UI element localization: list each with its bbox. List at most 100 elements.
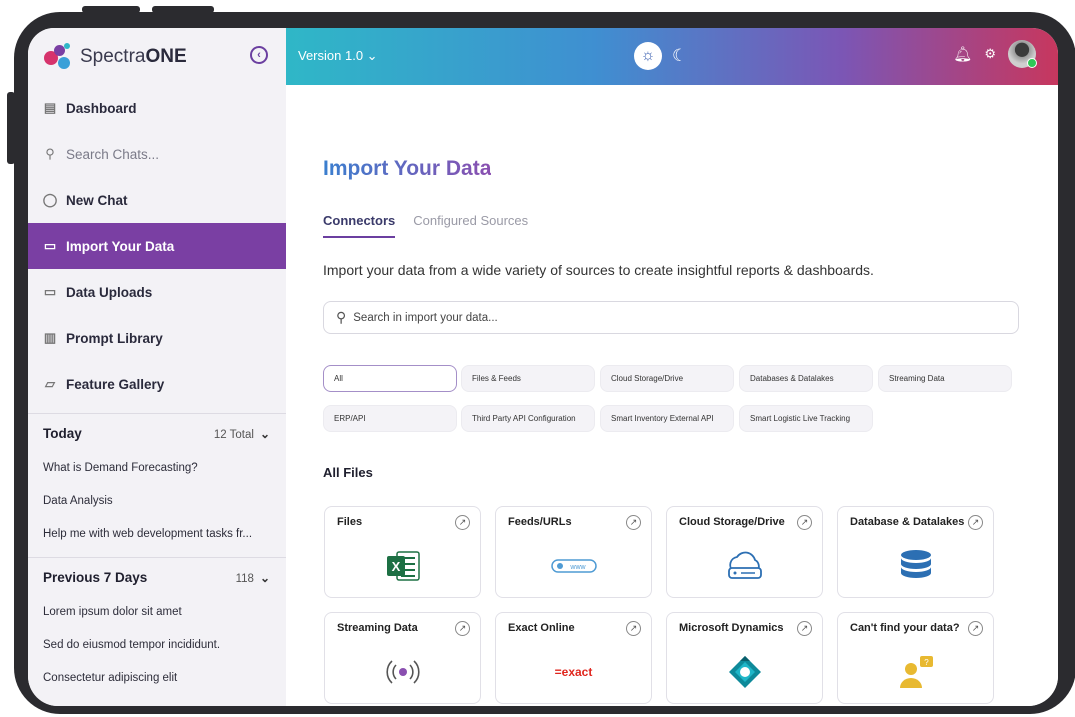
svg-text:www: www [569, 564, 586, 571]
bell-icon[interactable]: 🔔︎ [953, 45, 972, 63]
cloud-icon [667, 551, 822, 581]
card-title: Files [337, 516, 363, 528]
chat-history-item[interactable]: Sed do eiusmod tempor incididunt. [28, 629, 286, 662]
chevron-left-icon: ‹ [257, 49, 261, 61]
card-title: Streaming Data [337, 622, 418, 634]
section-title: All Files [323, 465, 373, 480]
card-title: Feeds/URLs [508, 516, 572, 528]
sidebar-item-label: Data Uploads [66, 284, 153, 300]
header-actions: 🔔︎ ⚙ [953, 40, 1037, 68]
svg-text:?: ? [924, 658, 929, 667]
www-icon: www [496, 551, 651, 581]
filter-chip-erp-api[interactable]: ERP/API [323, 405, 457, 432]
brand: SpectraONE ‹ [28, 28, 286, 85]
tab-configured-sources[interactable]: Configured Sources [413, 213, 528, 238]
filter-chip-cloud-storage[interactable]: Cloud Storage/Drive [600, 365, 734, 392]
version-selector[interactable]: Version 1.0 ⌄ [298, 48, 378, 64]
page-description: Import your data from a wide variety of … [323, 262, 874, 278]
chat-history-item[interactable]: Consectetur adipiscing elit [28, 662, 286, 695]
sidebar-item-prompt-library[interactable]: ▥ Prompt Library [28, 315, 286, 361]
filter-chip-all[interactable]: All [323, 365, 457, 392]
sidebar-item-feature-gallery[interactable]: ▱ Feature Gallery [28, 361, 286, 407]
arrow-up-right-icon[interactable]: ↗ [455, 621, 470, 636]
dashboard-icon: ▤ [43, 100, 57, 115]
exact-logo-text: =exact [554, 665, 593, 679]
avatar[interactable] [1008, 40, 1037, 68]
chat-history-item[interactable]: Lorem ipsum dolor sit amet [28, 596, 286, 629]
chat-history-item[interactable]: What is Demand Forecasting? [28, 452, 286, 485]
folder-import-icon: ▭ [43, 238, 57, 253]
sidebar-item-data-uploads[interactable]: ▭ Data Uploads [28, 269, 286, 315]
sidebar-item-label: Prompt Library [66, 330, 163, 346]
filter-chip-files-feeds[interactable]: Files & Feeds [461, 365, 595, 392]
arrow-up-right-icon[interactable]: ↗ [797, 515, 812, 530]
sidebar-item-label: Feature Gallery [66, 376, 165, 392]
sidebar-item-label: New Chat [66, 192, 128, 208]
connector-card-files[interactable]: Files ↗ X [324, 506, 481, 598]
sidebar-item-new-chat[interactable]: ◯ New Chat [28, 177, 286, 223]
moon-icon[interactable]: ☾ [672, 46, 687, 66]
online-status-dot [1027, 58, 1037, 68]
page-title: Import Your Data [323, 157, 492, 180]
user-question-icon: ? [838, 656, 993, 688]
sun-icon[interactable]: ☼ [634, 42, 662, 70]
filter-chip-third-party-api[interactable]: Third Party API Configuration [461, 405, 595, 432]
sidebar-item-dashboard[interactable]: ▤ Dashboard [28, 85, 286, 131]
filter-chip-streaming[interactable]: Streaming Data [878, 365, 1012, 392]
brand-name-bold: ONE [145, 45, 187, 67]
arrow-up-right-icon[interactable]: ↗ [626, 515, 641, 530]
section-title: Today [43, 425, 82, 441]
folder-upload-icon: ▭ [43, 284, 57, 299]
connector-card-microsoft-dynamics[interactable]: Microsoft Dynamics ↗ [666, 612, 823, 704]
tab-connectors[interactable]: Connectors [323, 213, 396, 238]
filter-chip-smart-inventory[interactable]: Smart Inventory External API [600, 405, 734, 432]
filter-chip-databases[interactable]: Databases & Datalakes [739, 365, 873, 392]
chat-count: 12 Total [213, 428, 254, 441]
tabs: Connectors Configured Sources [323, 213, 528, 238]
chat-history-item[interactable]: Data Analysis [28, 485, 286, 518]
previous-section-header[interactable]: Previous 7 Days 118 ⌄ [28, 557, 286, 596]
connector-card-exact-online[interactable]: Exact Online ↗ =exact [495, 612, 652, 704]
connector-card-feeds-urls[interactable]: Feeds/URLs ↗ www [495, 506, 652, 598]
sidebar-item-label: Import Your Data [66, 238, 175, 254]
sidebar: ▤ Dashboard ⚲ Search Chats... ◯ New Chat ▭ I… [28, 85, 286, 706]
app-screen: SpectraONE ‹ Version 1.0 ⌄ ☼ ☾ 🔔︎ ⚙ ▤ Das… [28, 28, 1058, 706]
search-chats-input[interactable]: ⚲ Search Chats... [28, 131, 286, 177]
card-title: Cloud Storage/Drive [679, 516, 785, 528]
theme-toggle: ☼ ☾ [634, 42, 687, 70]
chat-history-item[interactable]: Help me with web development tasks fr... [28, 518, 286, 551]
connector-card-cloud-storage[interactable]: Cloud Storage/Drive ↗ [666, 506, 823, 598]
top-bar: SpectraONE ‹ Version 1.0 ⌄ ☼ ☾ 🔔︎ ⚙ [28, 28, 1058, 85]
connector-card-cant-find[interactable]: Can't find your data? ↗ ? [837, 612, 994, 704]
arrow-up-right-icon[interactable]: ↗ [455, 515, 470, 530]
card-title: Microsoft Dynamics [679, 622, 784, 634]
import-search-input[interactable]: ⚲ Search in import your data... [323, 301, 1019, 334]
sidebar-item-import-your-data[interactable]: ▭ Import Your Data [28, 223, 286, 269]
sidebar-item-label: Dashboard [66, 100, 137, 116]
database-icon [838, 550, 993, 581]
collapse-sidebar-button[interactable]: ‹ [250, 46, 268, 64]
brand-name: SpectraONE [80, 46, 187, 68]
main-content: Import Your Data Connectors Configured S… [286, 85, 1058, 706]
section-title: Previous 7 Days [43, 569, 148, 585]
filter-chip-smart-logistic[interactable]: Smart Logistic Live Tracking [739, 405, 873, 432]
card-title: Database & Datalakes [850, 516, 965, 528]
arrow-up-right-icon[interactable]: ↗ [797, 621, 812, 636]
arrow-up-right-icon[interactable]: ↗ [968, 515, 983, 530]
svg-text:X: X [391, 559, 400, 574]
gear-icon[interactable]: ⚙ [984, 46, 996, 62]
chat-count: 118 [235, 572, 254, 585]
arrow-up-right-icon[interactable]: ↗ [626, 621, 641, 636]
search-placeholder: Search in import your data... [353, 311, 498, 324]
search-chats-placeholder: Search Chats... [66, 146, 160, 162]
arrow-up-right-icon[interactable]: ↗ [968, 621, 983, 636]
chevron-down-icon: ⌄ [259, 426, 270, 441]
card-title: Exact Online [508, 622, 575, 634]
folder-icon: ▱ [45, 376, 55, 391]
today-section-header[interactable]: Today 12 Total ⌄ [28, 413, 286, 452]
library-icon: ▥ [43, 330, 57, 345]
chevron-down-icon: ⌄ [259, 570, 270, 585]
broadcast-icon [325, 657, 480, 687]
connector-card-streaming[interactable]: Streaming Data ↗ [324, 612, 481, 704]
connector-card-database[interactable]: Database & Datalakes ↗ [837, 506, 994, 598]
